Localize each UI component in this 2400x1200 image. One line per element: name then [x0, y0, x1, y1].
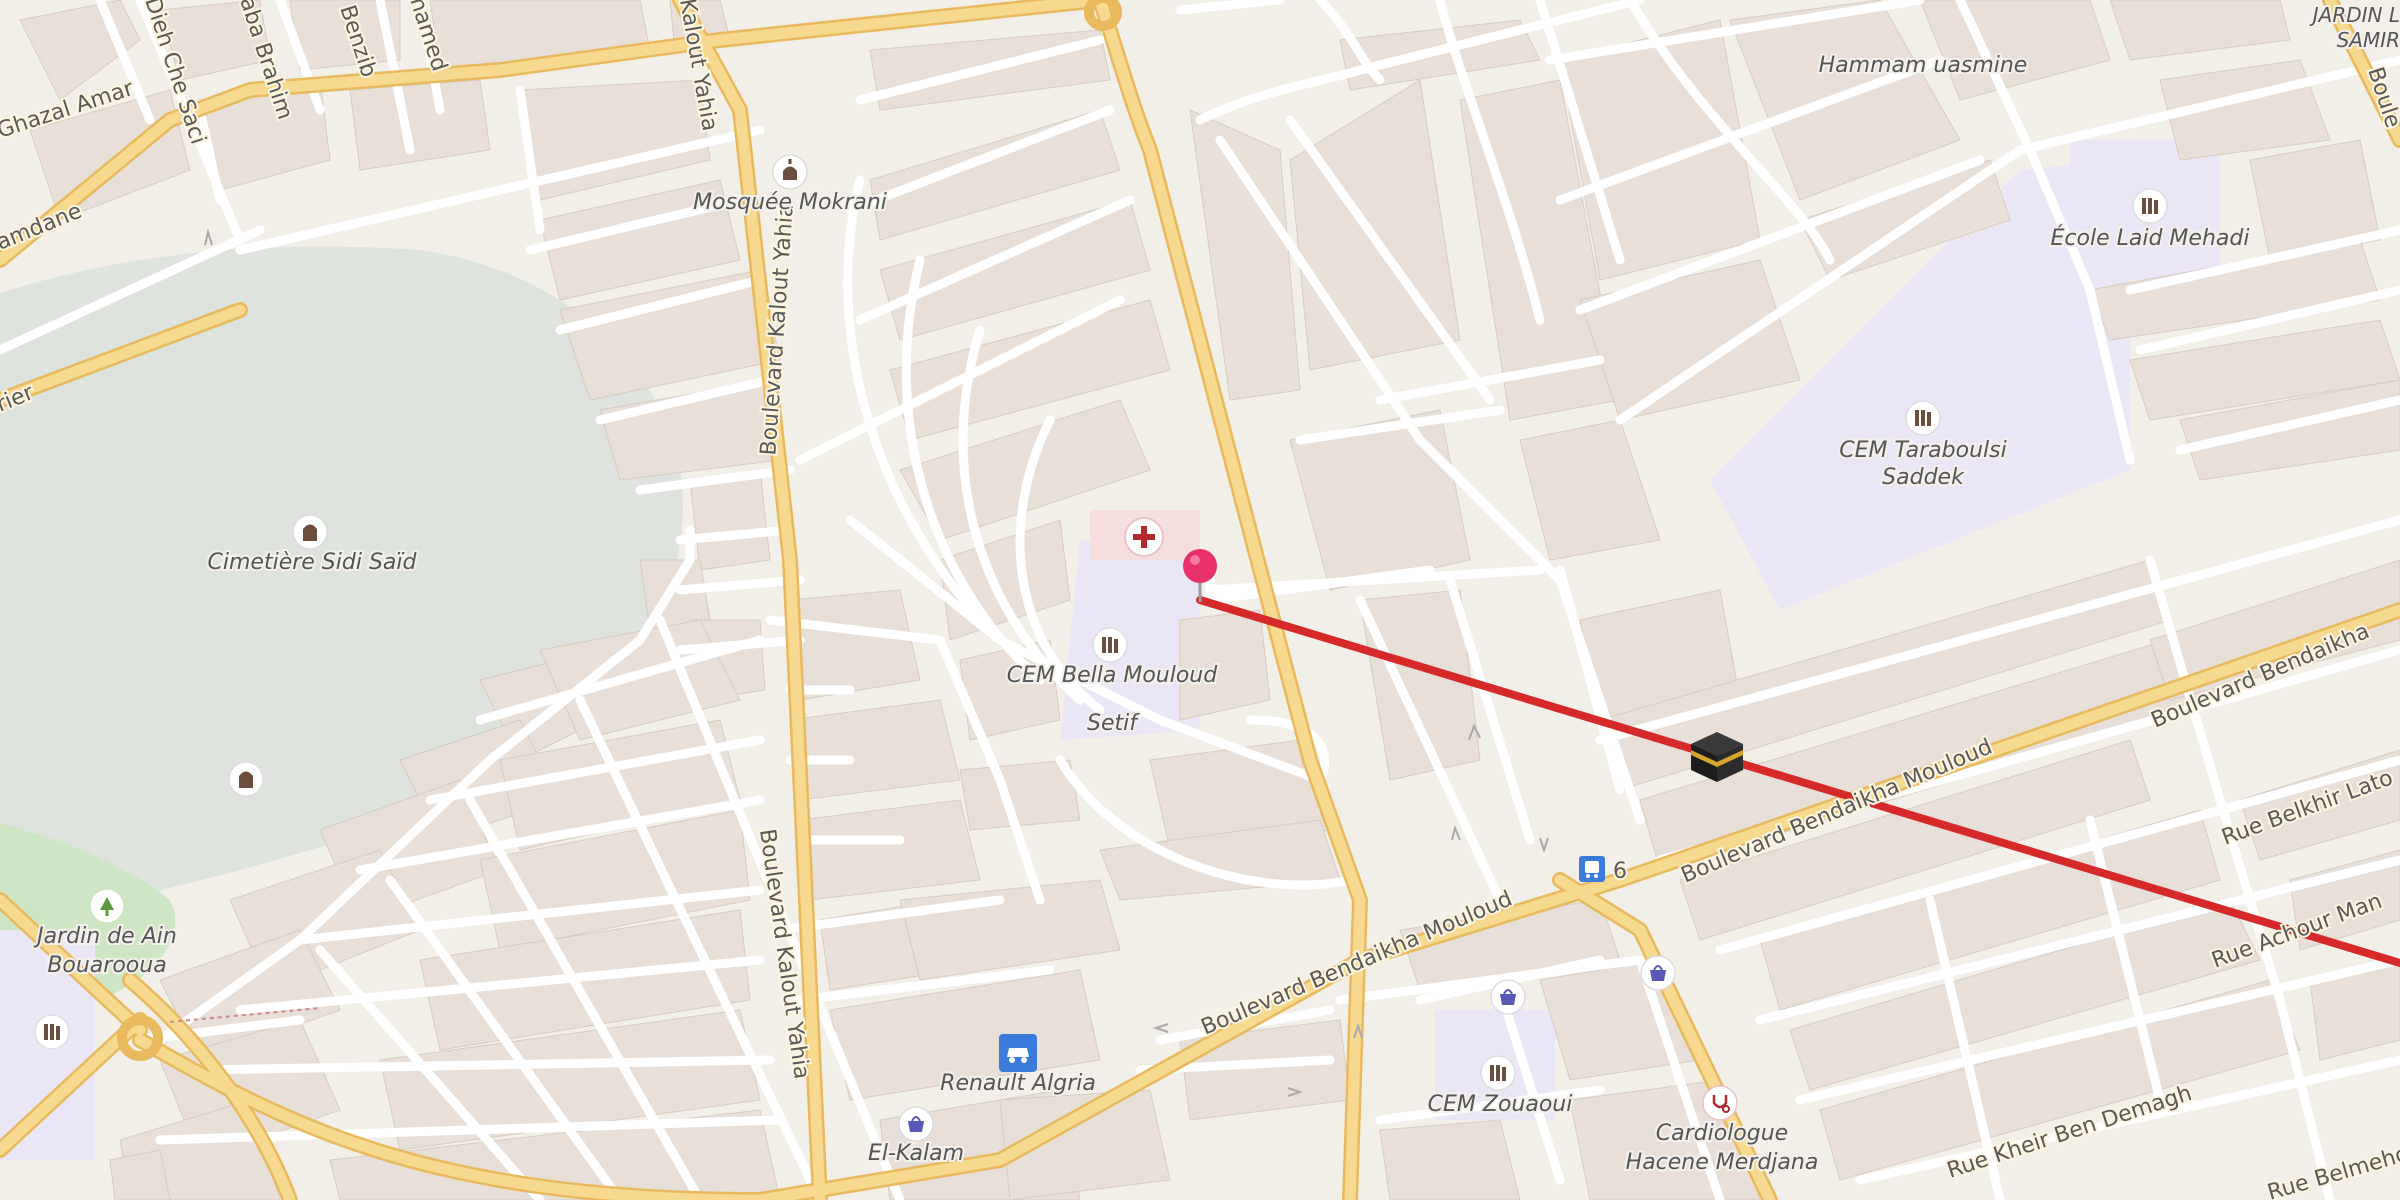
- label-mosquee-mokrani: Mosquée Mokrani: [693, 190, 887, 215]
- school-icon-left[interactable]: [34, 1014, 70, 1050]
- school-icon-laid[interactable]: [2132, 188, 2168, 224]
- label-cardiologue-2: Hacene Merdjana: [1626, 1150, 1819, 1175]
- label-cem-bella-2: Setif: [1087, 711, 1140, 736]
- label-jardin-ain-2: Bouarooua: [47, 953, 166, 978]
- label-cimetiere: Cimetière Sidi Saïd: [208, 550, 418, 575]
- map-canvas[interactable]: Kalout Yahia Boulevard Kalout Yahia Boul…: [0, 0, 2400, 1200]
- doctor-icon[interactable]: [1702, 1085, 1738, 1121]
- label-jardin-ain-1: Jardin de Ain: [33, 924, 177, 949]
- school-icon-taraboulsi[interactable]: [1905, 400, 1941, 436]
- label-jardin-corner-1: JARDIN L: [2309, 3, 2400, 27]
- bus-stop-icon[interactable]: [1579, 856, 1605, 882]
- label-el-kalam: El-Kalam: [868, 1141, 964, 1166]
- car-dealer-icon[interactable]: [999, 1034, 1037, 1072]
- map-svg[interactable]: Kalout Yahia Boulevard Kalout Yahia Boul…: [0, 0, 2400, 1200]
- school-icon-bella[interactable]: [1092, 627, 1128, 663]
- school-icon-zouaoui[interactable]: [1480, 1055, 1516, 1091]
- shop-icon-1[interactable]: [1490, 979, 1526, 1015]
- shop-icon-elkalam[interactable]: [898, 1106, 934, 1142]
- label-hammam: Hammam uasmine: [1819, 53, 2028, 78]
- label-cem-bella-1: CEM Bella Mouloud: [1007, 663, 1218, 688]
- label-renault: Renault Algria: [940, 1071, 1096, 1096]
- label-cardiologue-1: Cardiologue: [1656, 1121, 1788, 1146]
- label-jardin-corner-2: SAMIR: [2337, 28, 2400, 52]
- mosque-icon[interactable]: [772, 154, 808, 190]
- label-ecole-laid: École Laid Mehadi: [2051, 225, 2250, 251]
- cemetery-icon[interactable]: [292, 514, 328, 550]
- label-cem-zouaoui: CEM Zouaoui: [1428, 1092, 1573, 1117]
- cemetery-icon-2[interactable]: [228, 761, 264, 797]
- bus-stop-number: 6: [1613, 859, 1627, 884]
- label-cem-taraboulsi-2: Saddek: [1882, 465, 1965, 490]
- hospital-icon[interactable]: [1124, 517, 1164, 557]
- park-icon[interactable]: [89, 888, 125, 924]
- shop-icon-2[interactable]: [1640, 955, 1676, 991]
- label-cem-taraboulsi-1: CEM Taraboulsi: [1839, 438, 2006, 463]
